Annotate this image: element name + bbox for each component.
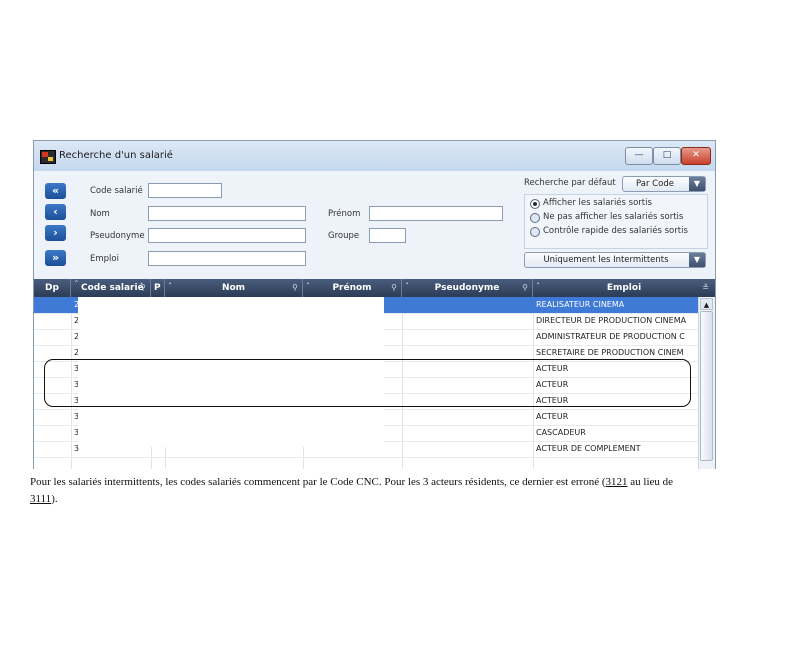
scroll-up-icon[interactable]: ▲ [700,298,713,310]
cell-emploi: CASCADEUR [536,428,586,437]
pseudonyme-field[interactable] [148,228,306,243]
prenom-label: Prénom [328,209,361,219]
app-icon [40,150,56,164]
previous-record-button[interactable]: ‹ [45,204,66,220]
search-icon: ⚲ [522,283,528,292]
cell-emploi: ADMINISTRATEUR DE PRODUCTION C [536,332,685,341]
sort-icon: ⬩ [537,280,540,287]
caption-right-code: 3111 [30,493,52,505]
col-nom[interactable]: Nom ⬩ ⚲ [165,279,303,297]
radio-show-exited[interactable] [530,199,540,209]
col-emploi-label: Emploi [606,283,642,293]
close-button[interactable]: ✕ [681,147,711,165]
radio-quick-label: Contrôle rapide des salariés sortis [543,226,688,236]
maximize-button[interactable]: □ [653,147,681,165]
intermittent-filter-select[interactable]: Uniquement les Intermittents ▼ [524,252,706,268]
sort-icon: ⬩ [307,280,310,287]
caption-text: Pour les salariés intermittents, les cod… [30,474,760,508]
col-code-salarie[interactable]: Code salarié ^ ⚲ [71,279,151,297]
sort-up-icon: ^ [74,280,80,287]
nom-field[interactable] [148,206,306,221]
search-icon: ⚲ [140,283,146,292]
radio-hide-label: Ne pas afficher les salariés sortis [543,212,684,222]
title-bar[interactable]: Recherche d'un salarié — □ ✕ [34,141,715,171]
code-label: Code salarié [90,186,143,196]
actors-highlight-box [44,359,691,407]
minimize-button[interactable]: — [625,147,653,165]
default-search-select[interactable]: Par Code ▼ [622,176,706,192]
caption-wrong-code: 3121 [605,476,628,488]
cell-emploi: ACTEUR [536,412,569,421]
default-search-value: Par Code [636,179,674,189]
grid-scrollbar[interactable]: ▲ [698,297,715,469]
default-search-label: Recherche par défaut [524,178,616,188]
nom-label: Nom [90,209,110,219]
window-title: Recherche d'un salarié [59,150,173,161]
cell-emploi: SECRETAIRE DE PRODUCTION CINEM [536,348,684,357]
groupe-label: Groupe [328,231,360,241]
scroll-thumb[interactable] [700,311,713,461]
caption-line: Pour les salariés intermittents, les cod… [30,476,606,488]
radio-show-label: Afficher les salariés sortis [543,198,652,208]
radio-quick-check[interactable] [530,227,540,237]
col-nom-label: Nom [221,283,246,293]
grid-header: Dp Code salarié ^ ⚲ P Nom ⬩ ⚲ Prénom ⬩ ⚲… [34,279,715,297]
pseudonyme-label: Pseudonyme [90,231,145,241]
cell-emploi: DIRECTEUR DE PRODUCTION CINEMA [536,316,687,325]
chevron-down-icon: ▼ [689,253,705,267]
chevron-down-icon: ≚ [702,283,709,292]
col-code-salarie-label: Code salarié [81,283,144,293]
col-pseudonyme-label: Pseudonyme [434,283,500,293]
search-employee-window: Recherche d'un salarié — □ ✕ « ‹ › » Cod… [33,140,716,469]
col-pseudonyme[interactable]: Pseudonyme ⬩ ⚲ [402,279,533,297]
cell-emploi: ACTEUR DE COMPLEMENT [536,444,641,453]
intermittent-filter-value: Uniquement les Intermittents [543,255,669,265]
last-record-button[interactable]: » [45,250,66,266]
radio-hide-exited[interactable] [530,213,540,223]
emploi-label: Emploi [90,254,119,264]
exit-filter-group: Afficher les salariés sortis Ne pas affi… [524,194,708,249]
search-icon: ⚲ [391,283,397,292]
cell-emploi: REALISATEUR CINEMA [536,300,625,309]
search-form: « ‹ › » Code salarié Nom Prénom Pseudony… [34,171,715,279]
sort-icon: ⬩ [406,280,409,287]
prenom-field[interactable] [369,206,503,221]
groupe-field[interactable] [369,228,406,243]
first-record-button[interactable]: « [45,183,66,199]
next-record-button[interactable]: › [45,225,66,241]
caption-mid: au lieu de [627,476,674,488]
caption-end: ). [51,493,58,505]
search-icon: ⚲ [292,283,298,292]
col-p[interactable]: P [151,279,165,297]
col-emploi[interactable]: Emploi ⬩ ≚ [533,279,715,297]
chevron-down-icon: ▼ [689,177,705,191]
col-prenom[interactable]: Prénom ⬩ ⚲ [303,279,402,297]
sort-icon: ⬩ [169,280,172,287]
code-field[interactable] [148,183,222,198]
emploi-field[interactable] [148,251,306,266]
col-dp[interactable]: Dp [34,279,71,297]
col-prenom-label: Prénom [332,283,372,293]
